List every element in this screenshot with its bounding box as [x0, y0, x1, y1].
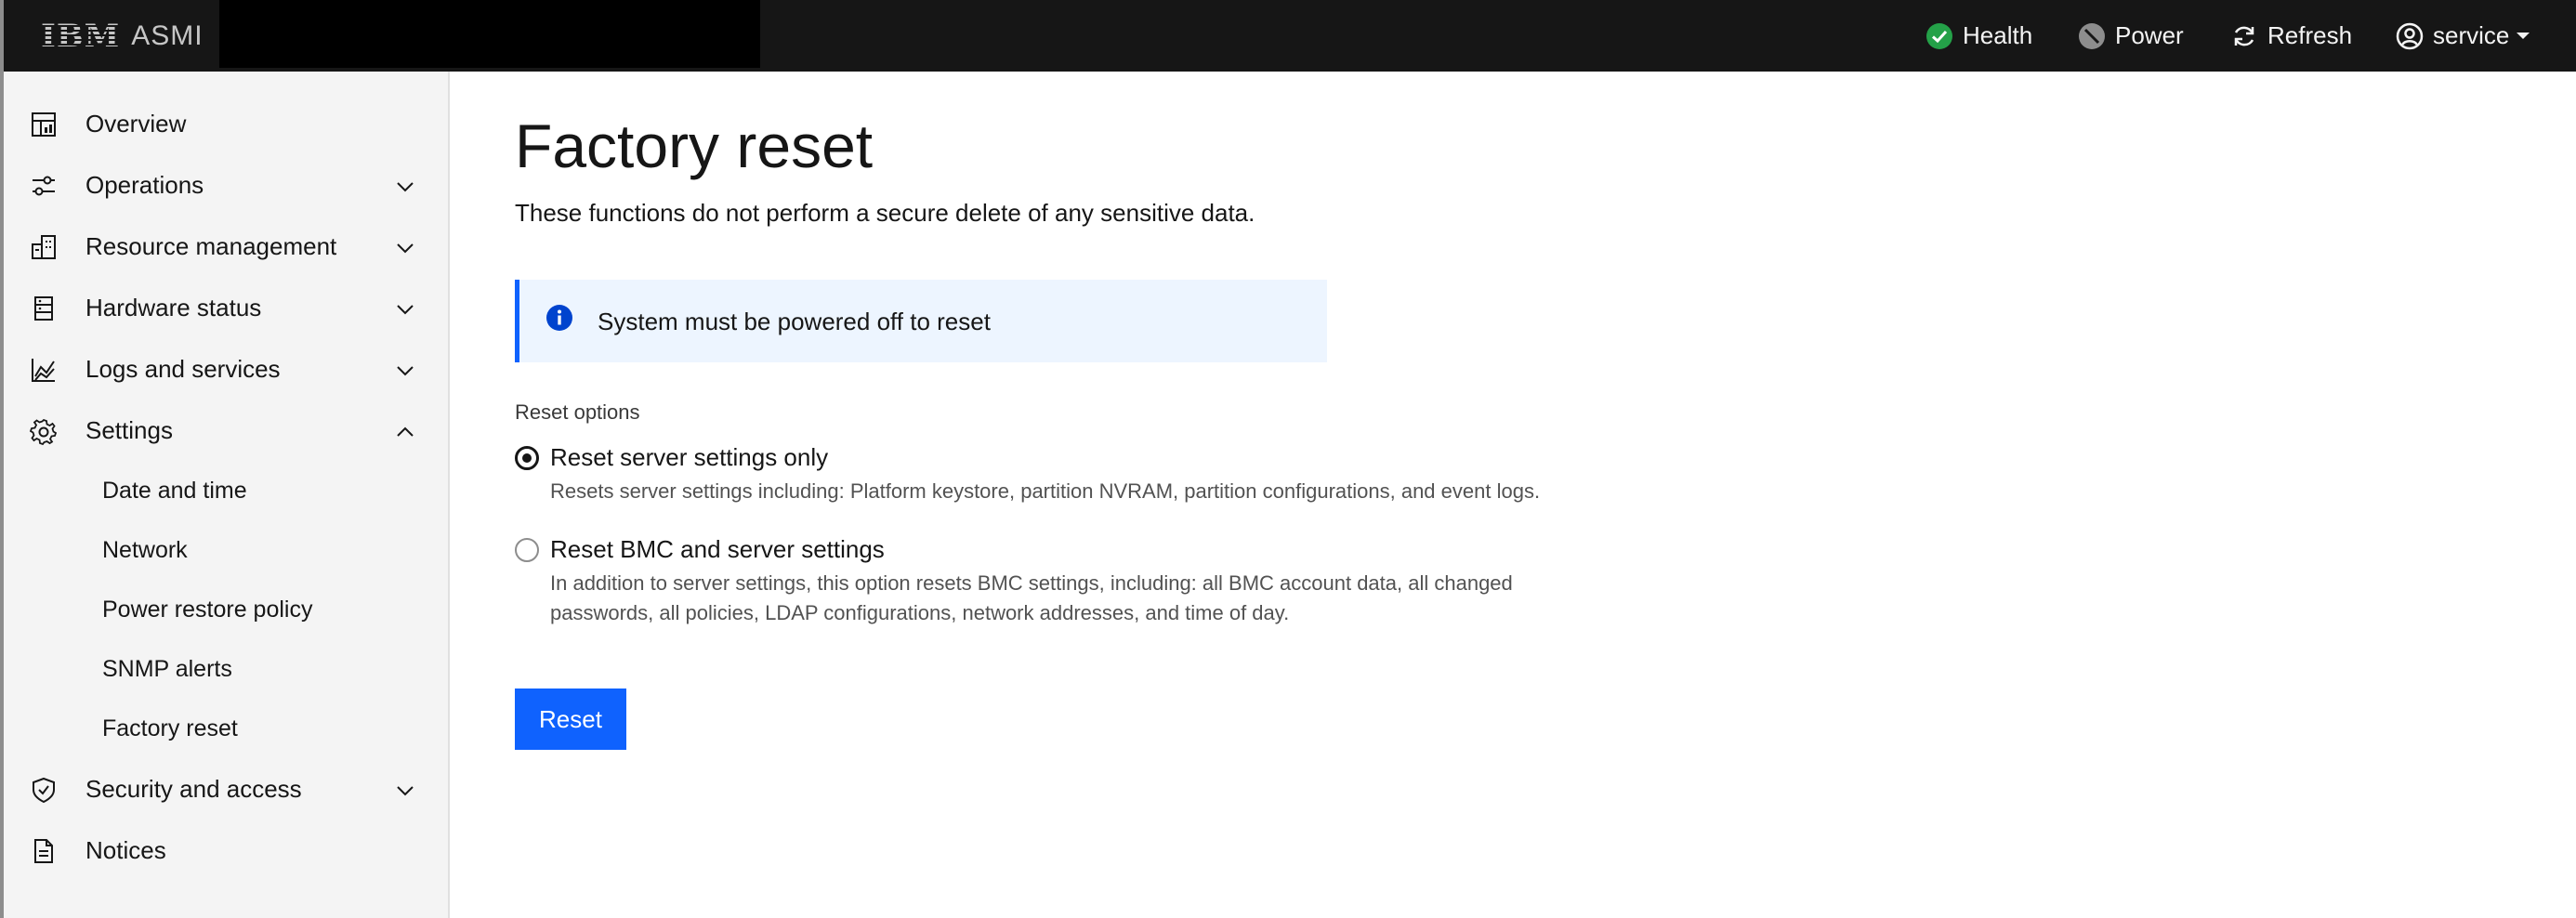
document-icon [34, 839, 53, 863]
sidebar-item-logs-and-services[interactable]: Logs and services [4, 341, 450, 397]
redacted-area [219, 0, 760, 68]
user-avatar-icon [2396, 22, 2424, 49]
info-icon [546, 305, 572, 331]
sidebar-item-overview[interactable]: Overview [4, 96, 450, 151]
info-alert: System must be powered off to reset [515, 280, 1327, 362]
sidebar-item-settings[interactable]: Settings [4, 402, 450, 458]
ibm-logo: IBM [41, 17, 121, 55]
radio-button-unselected[interactable] [515, 537, 539, 562]
chevron-down-icon [397, 243, 414, 254]
power-label: Power [2115, 21, 2184, 49]
power-off-icon [2079, 22, 2105, 49]
sidebar-item-hardware-status[interactable]: Hardware status [4, 280, 450, 335]
sidebar-nav: Overview Operations Resource management [0, 72, 450, 918]
sidebar-sub-label: SNMP alerts [102, 655, 232, 682]
sidebar-item-security-and-access[interactable]: Security and access [4, 761, 450, 817]
sidebar-sub-factory-reset[interactable]: Factory reset [4, 702, 450, 754]
radio-reset-server-only[interactable]: Reset server settings only [515, 443, 828, 472]
sidebar-sub-label: Factory reset [102, 715, 238, 741]
sidebar-sub-power-restore-policy[interactable]: Power restore policy [4, 584, 450, 636]
radio-label: Reset BMC and server settings [550, 535, 885, 563]
top-header: IBM ASMI Health Power Refresh service [0, 0, 2576, 72]
radio-description-line-1: In addition to server settings, this opt… [550, 571, 1513, 595]
sidebar-item-resource-management[interactable]: Resource management [4, 218, 450, 274]
health-button[interactable]: Health [1925, 0, 2032, 72]
dashboard-icon [32, 112, 56, 137]
sidebar-sub-date-and-time[interactable]: Date and time [4, 465, 450, 517]
sidebar-sub-snmp-alerts[interactable]: SNMP alerts [4, 643, 450, 695]
caret-down-icon [2517, 33, 2530, 39]
server-icon [34, 296, 53, 321]
page-title: Factory reset [515, 111, 874, 180]
sidebar-sub-network[interactable]: Network [4, 524, 450, 576]
shield-icon [33, 777, 55, 804]
sidebar-item-label: Notices [85, 835, 166, 864]
sidebar-sub-label: Power restore policy [102, 596, 313, 623]
sidebar-item-label: Hardware status [85, 293, 262, 321]
page-description: These functions do not perform a secure … [515, 199, 1255, 227]
brand-name: ASMI [131, 20, 204, 51]
radio-label: Reset server settings only [550, 443, 829, 471]
chevron-down-icon [397, 366, 414, 376]
chart-icon [32, 359, 55, 382]
chevron-down-icon [397, 182, 414, 192]
user-label: service [2433, 21, 2510, 49]
sidebar-sub-label: Date and time [102, 477, 247, 504]
sidebar-item-label: Settings [85, 415, 173, 444]
sidebar-item-label: Operations [85, 170, 204, 199]
radio-button-selected[interactable] [515, 445, 539, 470]
reset-options-label: Reset options [515, 400, 640, 424]
radio-reset-bmc-and-server[interactable]: Reset BMC and server settings [515, 535, 885, 564]
main-content: Factory reset These functions do not per… [452, 72, 2576, 918]
refresh-label: Refresh [2267, 21, 2353, 49]
sidebar-item-label: Resource management [85, 231, 337, 260]
sidebar-sub-label: Network [102, 536, 188, 563]
sidebar-item-notices[interactable]: Notices [4, 822, 450, 878]
refresh-button[interactable]: Refresh [2230, 0, 2352, 72]
check-circle-icon [1926, 22, 1952, 49]
refresh-icon [2234, 26, 2254, 46]
radio-description-line-2: passwords, all policies, LDAP configurat… [550, 601, 1290, 624]
gear-icon [30, 418, 58, 445]
alert-text: System must be powered off to reset [598, 308, 991, 335]
radio-description: Resets server settings including: Platfo… [550, 479, 1541, 503]
sidebar-item-operations[interactable]: Operations [4, 157, 450, 213]
reset-button[interactable]: Reset [515, 688, 626, 750]
brand[interactable]: IBM ASMI [41, 0, 204, 72]
sidebar-item-label: Security and access [85, 774, 302, 803]
user-menu-button[interactable]: service [2396, 0, 2530, 72]
building-icon [32, 235, 56, 259]
sliders-icon [33, 176, 55, 196]
chevron-up-icon [397, 426, 414, 437]
sidebar-item-label: Overview [85, 109, 187, 138]
sidebar-item-label: Logs and services [85, 354, 281, 383]
health-label: Health [1963, 21, 2033, 49]
power-button[interactable]: Power [2078, 0, 2184, 72]
chevron-down-icon [397, 786, 414, 796]
chevron-down-icon [397, 305, 414, 315]
